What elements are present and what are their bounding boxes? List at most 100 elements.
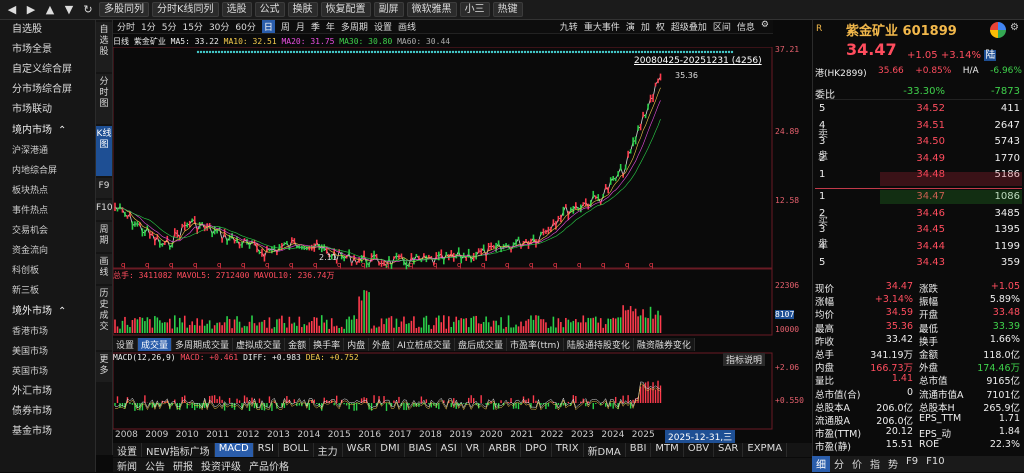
indicator-tab[interactable]: BIAS <box>405 443 437 457</box>
sidebar-header-domestic[interactable]: 境内市场⌃ <box>0 120 95 141</box>
indicator-tab[interactable]: ARBR <box>484 443 521 457</box>
tab-product-price[interactable]: 产品价格 <box>245 458 293 472</box>
sidebar-item-bond[interactable]: 债券市场 <box>0 402 95 422</box>
tab-1min[interactable]: 1分 <box>141 20 156 33</box>
quote-footer-tab[interactable]: F9 <box>902 456 922 472</box>
tab-timeshare[interactable]: 分时 <box>117 20 135 33</box>
tab-day[interactable]: 日 <box>262 20 275 33</box>
refresh-icon[interactable]: ↻ <box>80 2 96 17</box>
strip-kline[interactable]: K线图 <box>96 126 112 176</box>
indicator-tab[interactable]: VR <box>462 443 485 457</box>
back-icon[interactable]: ◀ <box>4 2 20 17</box>
restore-config-button[interactable]: 恢复配置 <box>321 2 371 17</box>
ind-tab-after-hours[interactable]: 盘后成交量 <box>455 338 507 351</box>
ind-tab-inner[interactable]: 内盘 <box>344 338 369 351</box>
ind-tab-ai-volume[interactable]: AI立桩成交量 <box>394 338 455 351</box>
ind-tab-volume[interactable]: 成交量 <box>138 338 172 351</box>
tab-week[interactable]: 周 <box>281 20 290 33</box>
multi-stock-button[interactable]: 多股同列 <box>99 2 149 17</box>
sidebar-header-overseas[interactable]: 境外市场⌃ <box>0 301 95 322</box>
tab-nine-turn[interactable]: 九转 <box>560 20 578 33</box>
stock-picker-button[interactable]: 选股 <box>222 2 252 17</box>
sidebar-item-market-link[interactable]: 市场联动 <box>0 100 95 120</box>
quote-footer-tab[interactable]: 指 <box>866 456 884 472</box>
formula-button[interactable]: 公式 <box>255 2 285 17</box>
tab-15min[interactable]: 15分 <box>182 20 202 33</box>
quote-footer-tab[interactable]: F10 <box>922 456 948 472</box>
quote-footer-tab[interactable]: 势 <box>884 456 902 472</box>
tab-ratings[interactable]: 投资评级 <box>197 458 245 472</box>
tab-adjust[interactable]: 权 <box>656 20 665 33</box>
tab-quarter[interactable]: 季 <box>311 20 320 33</box>
tab-news[interactable]: 新闻 <box>113 458 141 472</box>
up-icon[interactable]: ▲ <box>42 2 58 17</box>
indicator-tab[interactable]: BBI <box>626 443 652 457</box>
indicator-tab[interactable]: MACD <box>215 443 254 457</box>
ind-tab-settings[interactable]: 设置 <box>113 338 138 351</box>
tab-year[interactable]: 年 <box>326 20 335 33</box>
ind-tab-pe[interactable]: 市盈率(ttm) <box>507 338 564 351</box>
indicator-tab[interactable]: W&R <box>343 443 377 457</box>
gear-icon[interactable]: ⚙ <box>761 20 769 33</box>
indicator-tab[interactable]: DPO <box>521 443 552 457</box>
ind-tab-margin[interactable]: 融资融券变化 <box>634 338 695 351</box>
indicator-tab[interactable]: OBV <box>684 443 714 457</box>
indicator-tab[interactable]: NEW指标广场 <box>142 443 215 457</box>
ind-tab-multi-volume[interactable]: 多周期成交量 <box>172 338 233 351</box>
tab-add[interactable]: 加 <box>641 20 650 33</box>
strip-draw[interactable]: 画线 <box>96 254 112 284</box>
brand-icon[interactable] <box>990 22 1006 38</box>
indicator-tab[interactable]: BOLL <box>279 443 314 457</box>
tab-settings[interactable]: 设置 <box>374 20 392 33</box>
kline-chart[interactable]: 35.362.11qqqqqqqqqqqqqqqqqqqqqqq <box>113 47 773 430</box>
ind-tab-amount[interactable]: 金额 <box>285 338 310 351</box>
sidebar-item-market-screen[interactable]: 分市场综合屏 <box>0 80 95 100</box>
sidebar-item-opportunity[interactable]: 交易机会 <box>0 221 95 241</box>
tab-overlay[interactable]: 超级叠加 <box>671 20 707 33</box>
sidebar-item-event-hot[interactable]: 事件热点 <box>0 201 95 221</box>
sidebar-item-connect[interactable]: 沪深港通 <box>0 141 95 161</box>
indicator-tab[interactable]: EXPMA <box>743 443 787 457</box>
strip-more[interactable]: 更多 <box>96 352 112 382</box>
sidebar-item-market-overview[interactable]: 市场全景 <box>0 40 95 60</box>
strip-timeshare[interactable]: 分时图 <box>96 74 112 124</box>
ind-tab-outer[interactable]: 外盘 <box>369 338 394 351</box>
tab-major-events[interactable]: 重大事件 <box>584 20 620 33</box>
sidebar-item-sector-hot[interactable]: 板块热点 <box>0 181 95 201</box>
tab-30min[interactable]: 30分 <box>209 20 229 33</box>
tab-info[interactable]: 信息 <box>737 20 755 33</box>
down-icon[interactable]: ▼ <box>61 2 77 17</box>
indicator-tab[interactable]: DMI <box>376 443 404 457</box>
tab-month[interactable]: 月 <box>296 20 305 33</box>
sidebar-item-uk[interactable]: 英国市场 <box>0 362 95 382</box>
sidebar-item-forex[interactable]: 外汇市场 <box>0 382 95 402</box>
sidebar-item-hk[interactable]: 香港市场 <box>0 322 95 342</box>
sidebar-item-us[interactable]: 美国市场 <box>0 342 95 362</box>
sidebar-item-fund-flow[interactable]: 资金流向 <box>0 241 95 261</box>
strip-period[interactable]: 周期 <box>96 222 112 252</box>
ind-tab-turnover[interactable]: 换手率 <box>310 338 344 351</box>
indicator-tab[interactable]: 新DMA <box>584 443 626 457</box>
timeshare-kline-button[interactable]: 分时K线同列 <box>152 2 219 17</box>
strip-history[interactable]: 历史成交 <box>96 286 112 350</box>
second-screen-button[interactable]: 副屏 <box>374 2 404 17</box>
strip-watchlist[interactable]: 自选股 <box>96 22 112 72</box>
quote-footer-tab[interactable]: 细 <box>812 456 830 472</box>
indicator-tab[interactable]: ASI <box>437 443 462 457</box>
tab-5min[interactable]: 5分 <box>162 20 177 33</box>
indicator-explain-button[interactable]: 指标说明 <box>723 353 765 366</box>
sidebar-item-fund[interactable]: 基金市场 <box>0 422 95 442</box>
strip-f10[interactable]: F10 <box>96 200 112 220</box>
indicator-tab[interactable]: 主力 <box>314 443 343 457</box>
tab-research[interactable]: 研报 <box>169 458 197 472</box>
hotkey-button[interactable]: 热键 <box>493 2 523 17</box>
quote-footer-tab[interactable]: 价 <box>848 456 866 472</box>
indicator-tab[interactable]: RSI <box>254 443 279 457</box>
indicator-tab[interactable]: MTM <box>651 443 683 457</box>
tab-range[interactable]: 区间 <box>713 20 731 33</box>
forward-icon[interactable]: ▶ <box>23 2 39 17</box>
sidebar-item-custom-screen[interactable]: 自定义综合屏 <box>0 60 95 80</box>
indicator-tab[interactable]: 设置 <box>113 443 142 457</box>
indicator-tab[interactable]: TRIX <box>552 443 584 457</box>
settings-icon[interactable]: ⚙ <box>1010 22 1019 33</box>
